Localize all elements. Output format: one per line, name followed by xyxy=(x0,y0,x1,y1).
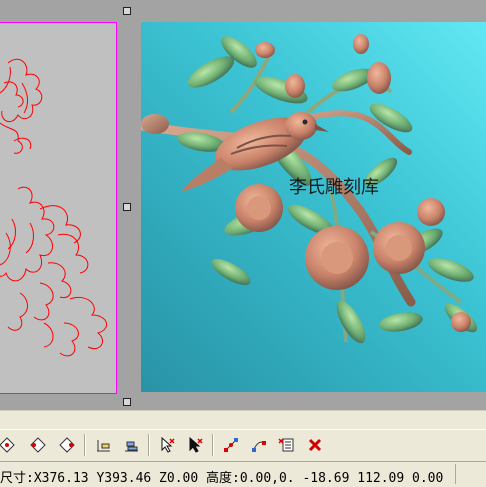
toolbar-separator xyxy=(84,434,86,456)
design-canvas[interactable]: 李氏雕刻库 xyxy=(0,0,486,410)
node-edit-icon[interactable] xyxy=(220,434,242,456)
toolbar-separator xyxy=(148,434,150,456)
vector-drawing-panel[interactable] xyxy=(0,22,117,394)
status-bar: 尺寸:X376.13 Y393.46 Z0.00 高度:0.00,0. -18.… xyxy=(0,461,486,487)
align-icon[interactable] xyxy=(92,434,114,456)
status-coordinates: 尺寸:X376.13 Y393.46 Z0.00 高度:0.00,0. -18.… xyxy=(0,471,444,486)
diamond-node-icon[interactable] xyxy=(0,434,18,456)
list-edit-icon[interactable] xyxy=(276,434,298,456)
diamond-node-icon[interactable] xyxy=(56,434,78,456)
watermark-text: 李氏雕刻库 xyxy=(289,177,379,198)
chrysanthemum-vector-outline xyxy=(0,58,107,357)
toolbar-separator xyxy=(212,434,214,456)
selection-handle[interactable] xyxy=(123,7,131,15)
arrow-select-icon[interactable] xyxy=(156,434,178,456)
selection-handle[interactable] xyxy=(123,398,131,406)
diamond-node-icon[interactable] xyxy=(27,434,49,456)
status-separator xyxy=(455,464,456,484)
delete-x-icon[interactable] xyxy=(304,434,326,456)
toolbar-area-top xyxy=(0,410,486,430)
selection-handle[interactable] xyxy=(123,203,131,211)
relief-preview-panel[interactable]: 李氏雕刻库 xyxy=(141,22,486,392)
bottom-toolbar xyxy=(0,429,486,462)
node-edit-icon[interactable] xyxy=(248,434,270,456)
arrow-delete-icon[interactable] xyxy=(184,434,206,456)
align-icon[interactable] xyxy=(120,434,142,456)
bird-flower-relief-image xyxy=(141,34,478,344)
